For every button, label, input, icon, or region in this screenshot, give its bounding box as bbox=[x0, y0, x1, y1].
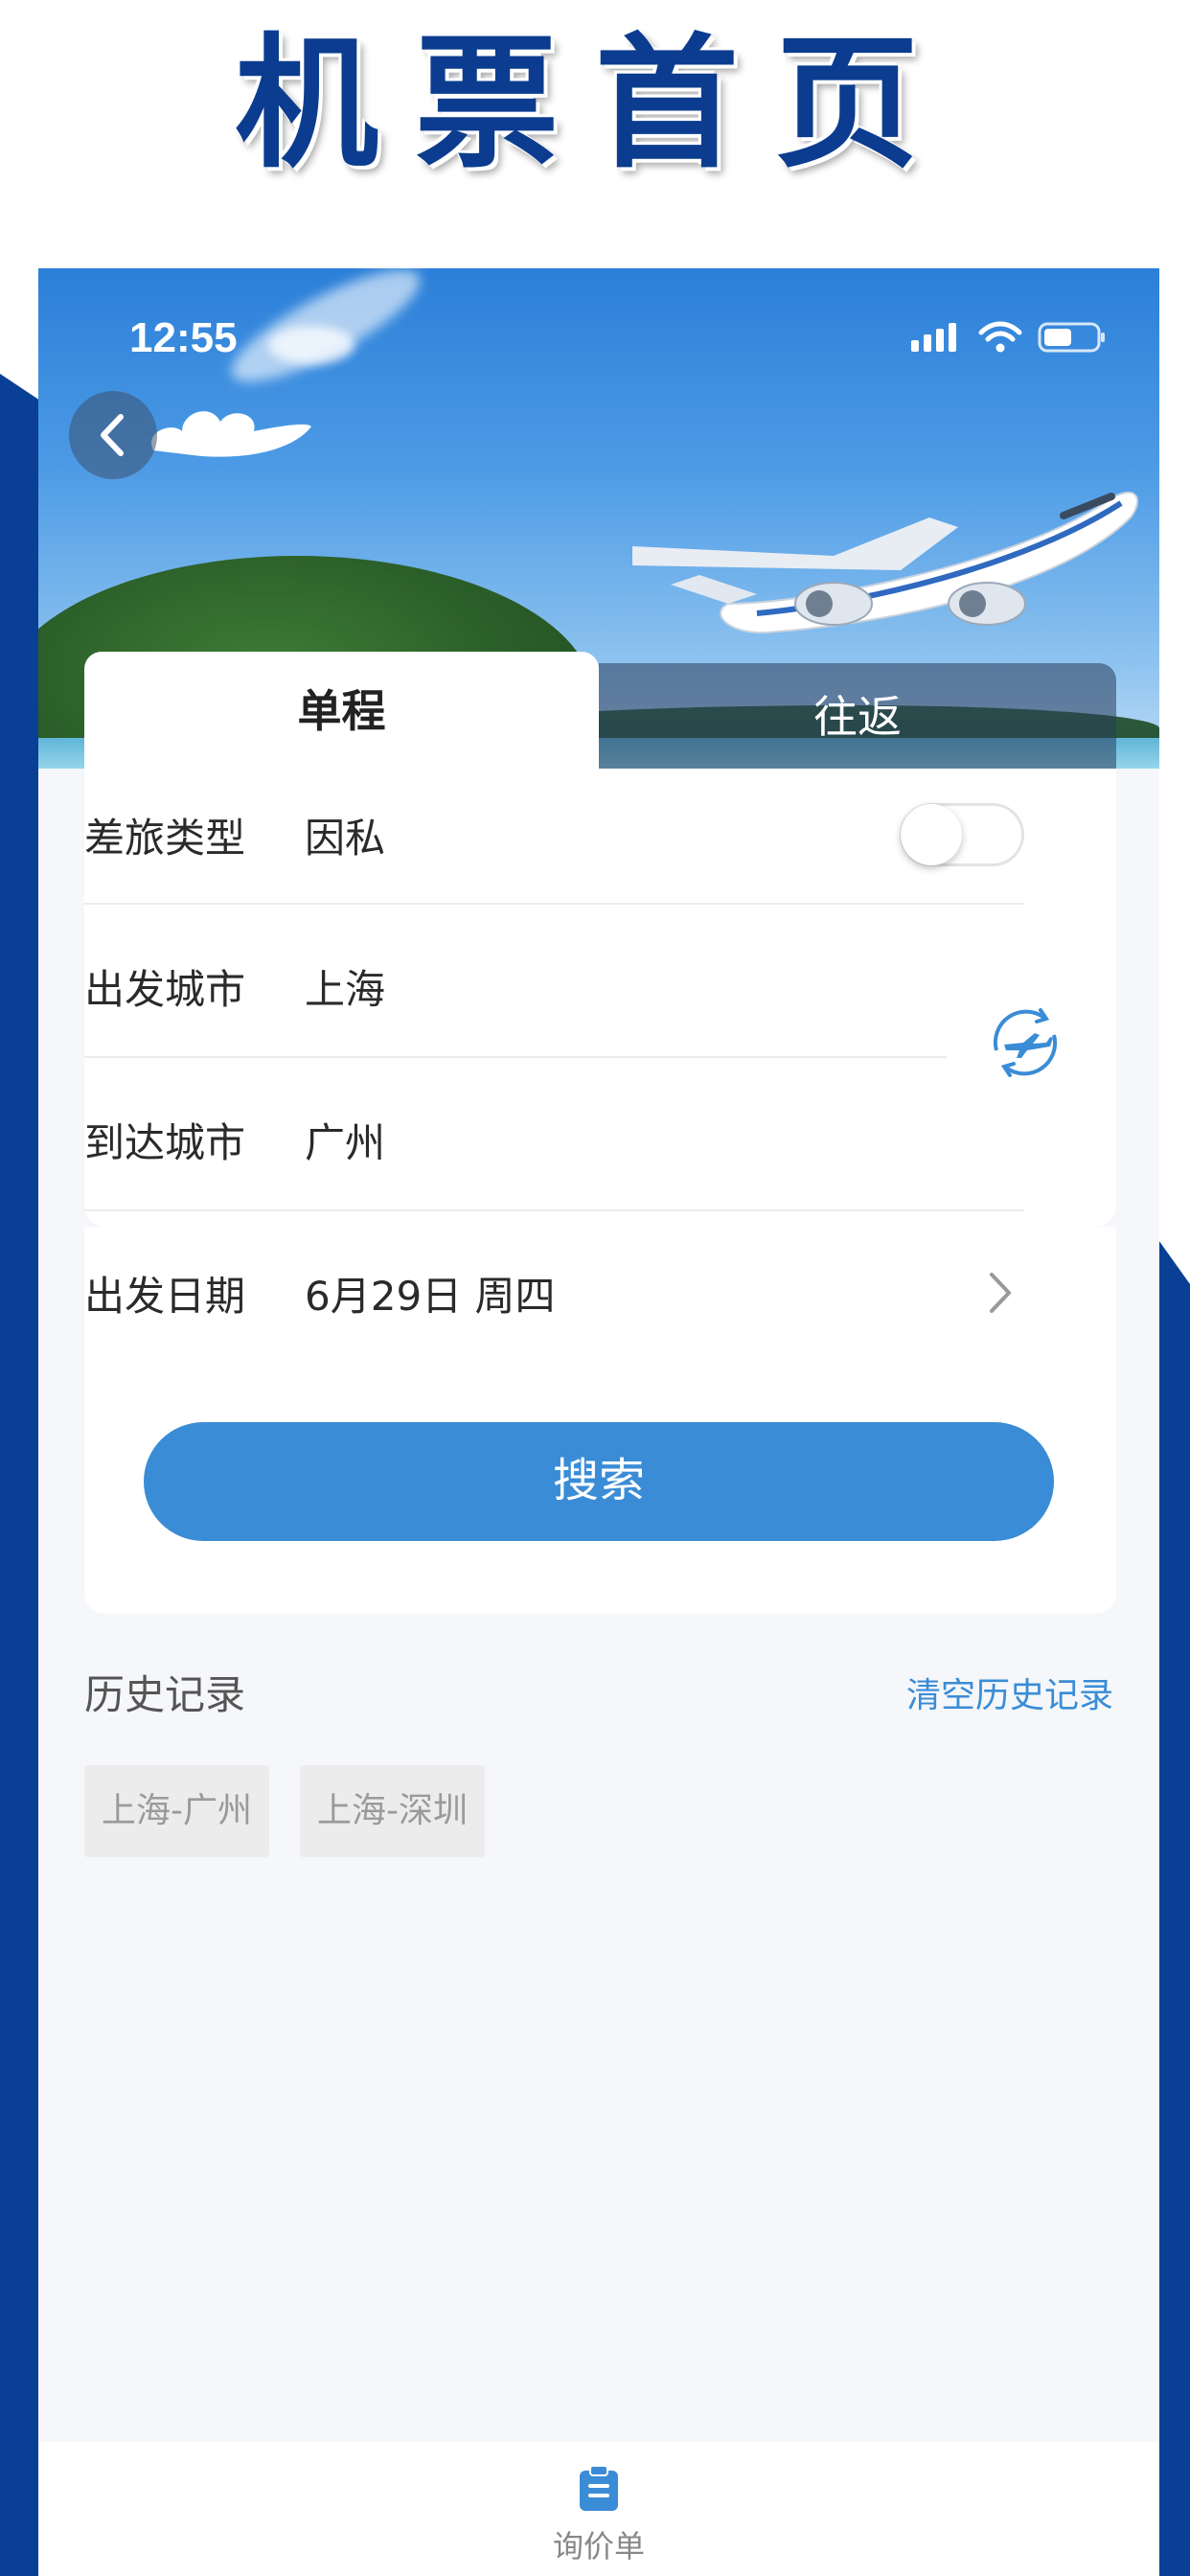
history-item[interactable]: 上海-广州 bbox=[84, 1765, 269, 1857]
bottom-nav-label: 询价单 bbox=[552, 2528, 645, 2564]
search-button[interactable]: 搜索 bbox=[144, 1422, 1054, 1541]
status-time: 12:55 bbox=[129, 314, 238, 361]
departure-city-value[interactable]: 上海 bbox=[305, 957, 385, 1016]
arrival-city-value[interactable]: 广州 bbox=[305, 1111, 385, 1169]
travel-type-value: 因私 bbox=[305, 814, 386, 862]
airplane-image bbox=[632, 492, 1139, 634]
departure-date-value[interactable]: 6月29日 周四 bbox=[305, 1264, 556, 1322]
back-button[interactable] bbox=[69, 391, 157, 479]
clear-history-link[interactable]: 清空历史记录 bbox=[906, 1668, 1113, 1717]
wifi-icon bbox=[978, 321, 1022, 353]
travel-type-label: 差旅类型 bbox=[84, 814, 246, 862]
history-title: 历史记录 bbox=[84, 1671, 246, 1718]
travel-type-row: 差旅类型 因私 bbox=[84, 759, 1024, 910]
clipboard-icon bbox=[580, 2465, 618, 2511]
bottom-nav-inquiry[interactable]: 询价单 bbox=[522, 2442, 675, 2576]
bottom-nav: 询价单 bbox=[38, 2442, 1159, 2576]
departure-date-row[interactable]: 出发日期 6月29日 周四 bbox=[84, 1217, 1024, 1368]
arrival-city-label: 到达城市 bbox=[84, 1118, 246, 1166]
private-travel-toggle[interactable] bbox=[900, 803, 1024, 866]
status-icons bbox=[909, 321, 1107, 354]
chevron-left-icon bbox=[101, 414, 124, 456]
cloud-decoration-icon bbox=[150, 411, 311, 457]
departure-date-label: 出发日期 bbox=[84, 1272, 246, 1320]
phone-screen: 12:55 往返 单程 差旅类型 因私 出发城市 上海 到达城市 广州 出发日期… bbox=[38, 268, 1159, 2576]
departure-city-row[interactable]: 出发城市 上海 bbox=[84, 910, 1024, 1062]
departure-city-label: 出发城市 bbox=[84, 965, 246, 1013]
toggle-knob bbox=[901, 804, 962, 865]
history-list: 上海-广州 上海-深圳 bbox=[84, 1765, 485, 1857]
arrival-city-row[interactable]: 到达城市 广州 bbox=[84, 1064, 1024, 1215]
history-item[interactable]: 上海-深圳 bbox=[300, 1765, 485, 1857]
battery-icon bbox=[1038, 322, 1105, 353]
tab-one-way[interactable]: 单程 bbox=[84, 652, 599, 770]
promo-title: 机票首页 bbox=[234, 19, 955, 188]
tab-round-trip[interactable]: 往返 bbox=[599, 663, 1116, 770]
signal-icon bbox=[911, 323, 956, 352]
chevron-right-icon bbox=[990, 1273, 1011, 1313]
